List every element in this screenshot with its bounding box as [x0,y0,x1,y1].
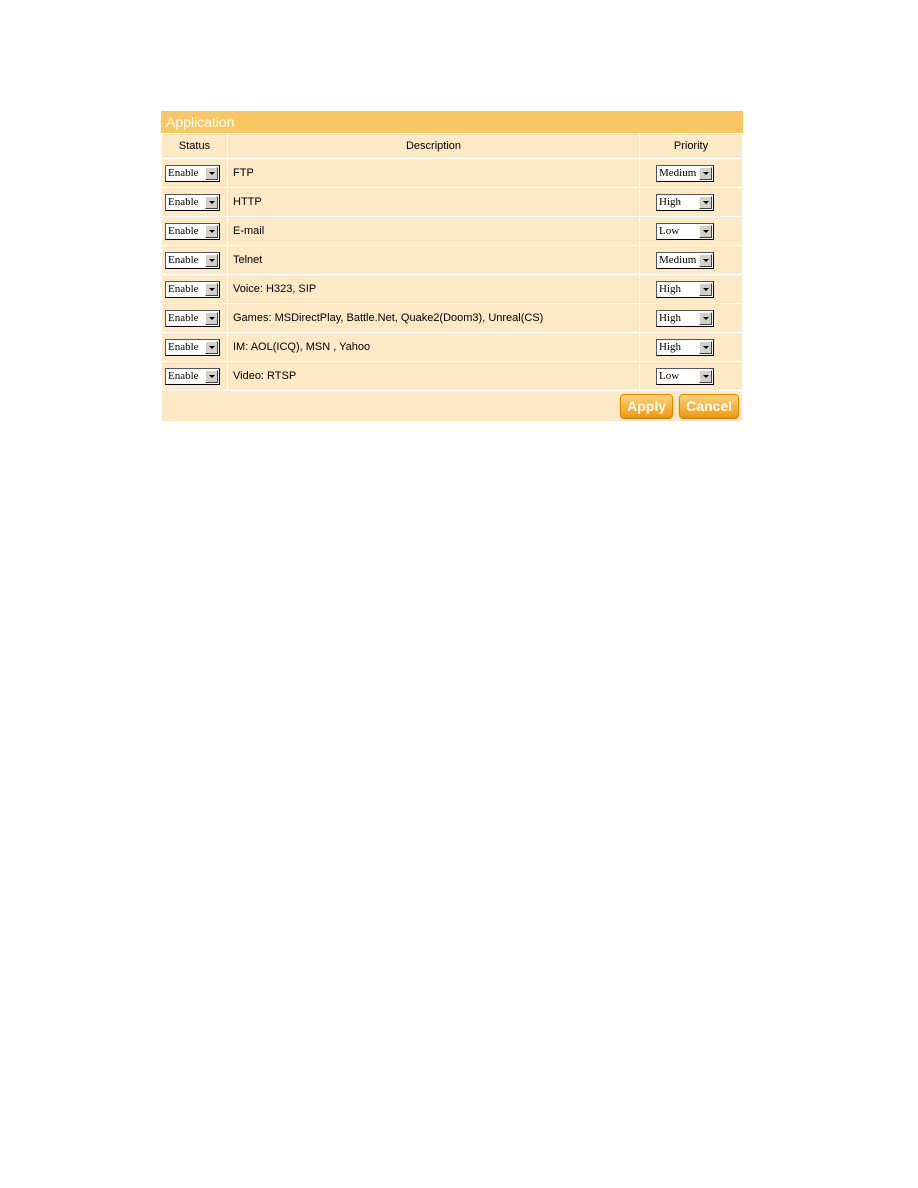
table-row: Enable IM: AOL(ICQ), MSN , Yahoo High [161,332,743,362]
status-select[interactable]: Enable [165,367,220,385]
priority-select-value: Low [659,369,680,382]
application-table: Status Description Priority Enable FTP Med… [161,133,743,422]
priority-select-value: Low [659,224,680,237]
priority-select[interactable]: High [656,309,714,327]
priority-select-value: Medium [659,253,697,266]
status-cell: Enable [161,216,228,246]
status-select-value: Enable [168,253,199,266]
priority-select[interactable]: Medium [656,251,714,269]
panel-title: Application [161,111,743,133]
description-cell: Voice: H323, SIP [227,274,640,304]
column-header-priority: Priority [639,133,743,159]
chevron-down-icon[interactable] [205,195,218,209]
column-header-status: Status [161,133,228,159]
status-cell: Enable [161,158,228,188]
status-cell: Enable [161,274,228,304]
chevron-down-icon[interactable] [205,369,218,383]
chevron-down-icon[interactable] [699,369,712,383]
status-select[interactable]: Enable [165,164,220,182]
description-cell: Video: RTSP [227,361,640,391]
status-select-value: Enable [168,369,199,382]
description-cell: E-mail [227,216,640,246]
table-row: Enable Voice: H323, SIP High [161,274,743,304]
priority-select-value: Medium [659,166,697,179]
status-cell: Enable [161,187,228,217]
chevron-down-icon[interactable] [699,311,712,325]
status-select[interactable]: Enable [165,309,220,327]
priority-select-value: High [659,282,681,295]
priority-cell: Low [639,361,743,391]
chevron-down-icon[interactable] [205,282,218,296]
status-select-value: Enable [168,195,199,208]
priority-select[interactable]: Low [656,222,714,240]
chevron-down-icon[interactable] [205,253,218,267]
table-row: Enable HTTP High [161,187,743,217]
status-select-value: Enable [168,311,199,324]
status-select[interactable]: Enable [165,193,220,211]
status-cell: Enable [161,303,228,333]
table-header-row: Status Description Priority [161,133,743,159]
status-select[interactable]: Enable [165,338,220,356]
chevron-down-icon[interactable] [699,253,712,267]
chevron-down-icon[interactable] [699,224,712,238]
status-select-value: Enable [168,224,199,237]
priority-cell: Medium [639,245,743,275]
status-select-value: Enable [168,166,199,179]
chevron-down-icon[interactable] [699,195,712,209]
column-header-description: Description [227,133,640,159]
status-cell: Enable [161,332,228,362]
priority-cell: High [639,332,743,362]
status-cell: Enable [161,245,228,275]
chevron-down-icon[interactable] [699,166,712,180]
status-select-value: Enable [168,282,199,295]
status-select[interactable]: Enable [165,251,220,269]
application-panel: Application Status Description Priority … [161,111,743,422]
cancel-button[interactable]: Cancel [679,394,739,418]
priority-cell: Low [639,216,743,246]
chevron-down-icon[interactable] [699,282,712,296]
chevron-down-icon[interactable] [699,340,712,354]
table-row: Enable Video: RTSP Low [161,361,743,391]
chevron-down-icon[interactable] [205,340,218,354]
chevron-down-icon[interactable] [205,166,218,180]
table-row: Enable FTP Medium [161,158,743,188]
status-cell: Enable [161,361,228,391]
description-cell: HTTP [227,187,640,217]
status-select[interactable]: Enable [165,222,220,240]
chevron-down-icon[interactable] [205,311,218,325]
priority-select[interactable]: Medium [656,164,714,182]
apply-button[interactable]: Apply [620,394,674,418]
priority-select[interactable]: Low [656,367,714,385]
priority-select-value: High [659,340,681,353]
table-row: Enable Telnet Medium [161,245,743,275]
status-select-value: Enable [168,340,199,353]
priority-select-value: High [659,195,681,208]
description-cell: Telnet [227,245,640,275]
priority-cell: High [639,187,743,217]
priority-select[interactable]: High [656,338,714,356]
description-cell: FTP [227,158,640,188]
priority-cell: High [639,274,743,304]
priority-select[interactable]: High [656,280,714,298]
description-cell: IM: AOL(ICQ), MSN , Yahoo [227,332,640,362]
priority-cell: Medium [639,158,743,188]
button-bar: Apply Cancel [161,390,743,422]
priority-select[interactable]: High [656,193,714,211]
status-select[interactable]: Enable [165,280,220,298]
priority-select-value: High [659,311,681,324]
description-cell: Games: MSDirectPlay, Battle.Net, Quake2(… [227,303,640,333]
chevron-down-icon[interactable] [205,224,218,238]
table-row: Enable E-mail Low [161,216,743,246]
footer-row: Apply Cancel [161,390,743,422]
priority-cell: High [639,303,743,333]
table-row: Enable Games: MSDirectPlay, Battle.Net, Q… [161,303,743,333]
